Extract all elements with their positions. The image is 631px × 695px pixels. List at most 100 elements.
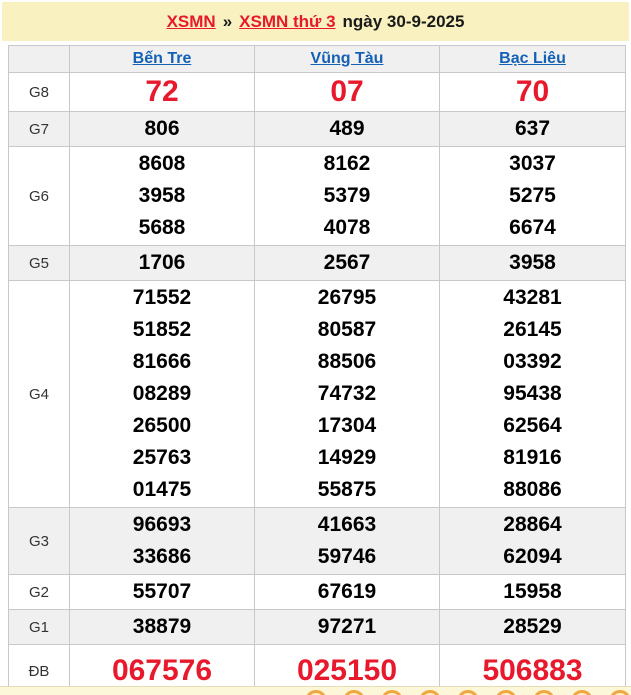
result-number: 3958 [509,251,556,274]
results-body: G8 72 07 70 G7 806 489 637 G6 8608 3958 5688 8162 537… [8,72,626,695]
result-cell: 637 [439,111,626,147]
column-header-bac-lieu: Bạc Liêu [439,45,626,73]
result-cell: 3958 [439,245,626,281]
results-table: Bến Tre Vũng Tàu Bạc Liêu G8 72 07 70 G7 806 4… [8,45,626,695]
result-number: 6674 [509,216,556,239]
result-number: 489 [329,117,365,140]
prize-label: G8 [8,72,70,112]
result-number: 07 [330,75,364,108]
prize-row-G8: G8 72 07 70 [8,72,626,112]
result-number: 55875 [317,478,377,501]
result-cell: 3037 5275 6674 [439,146,626,246]
lottery-ball-icon [381,690,403,695]
prize-row-G7: G7 806 489 637 [8,111,626,147]
result-number: 637 [514,117,551,140]
xsmn-link[interactable]: XSMN [167,12,216,32]
result-number: 25763 [132,446,192,469]
corner-cell [8,45,70,73]
result-number: 15958 [503,580,562,603]
result-cell: 97271 [254,609,440,645]
prize-label: G6 [8,146,70,246]
result-number: 72 [145,75,179,108]
prize-label: G1 [8,609,70,645]
province-link-ben-tre[interactable]: Bến Tre [133,50,192,67]
result-number: 96693 [132,513,192,536]
column-header-ben-tre: Bến Tre [69,45,255,73]
result-number: 70 [515,75,550,108]
result-number: 28529 [503,615,562,638]
prize-label: G2 [8,574,70,610]
result-number: 3958 [138,184,186,207]
column-header-vung-tau: Vũng Tàu [254,45,440,73]
province-link-bac-lieu[interactable]: Bạc Liêu [499,50,566,67]
lottery-ball-icon [457,690,479,695]
result-number: 3037 [509,152,556,175]
breadcrumb-header: XSMN » XSMN thứ 3 ngày 30-9-2025 [2,2,629,41]
result-cell: 28529 [439,609,626,645]
province-link-vung-tau[interactable]: Vũng Tàu [311,50,384,67]
result-cell: 8162 5379 4078 [254,146,440,246]
result-number: 17304 [317,414,377,437]
prize-label: G3 [8,507,70,575]
result-cell: 96693 33686 [69,507,255,575]
prize-label: G7 [8,111,70,147]
result-cell: 26795 80587 88506 74732 17304 14929 55875 [254,280,440,508]
result-number: 4078 [323,216,371,239]
result-cell: 8608 3958 5688 [69,146,255,246]
prize-row-G3: G3 96693 33686 41663 59746 28864 62094 [8,507,626,575]
result-number: 81916 [503,446,562,469]
prize-row-G6: G6 8608 3958 5688 8162 5379 4078 3037 5275 6674 [8,146,626,246]
result-number: 806 [144,117,180,140]
result-cell: 28864 62094 [439,507,626,575]
result-number: 81666 [132,350,192,373]
result-cell: 55707 [69,574,255,610]
result-number: 71552 [132,286,192,309]
result-number: 51852 [132,318,192,341]
result-number: 62094 [503,545,562,568]
prize-row-G1: G1 38879 97271 28529 [8,609,626,645]
result-number: 14929 [317,446,377,469]
result-number: 8608 [138,152,186,175]
result-number: 59746 [317,545,377,568]
result-number: 5379 [323,184,371,207]
result-number: 43281 [503,286,562,309]
result-cell: 43281 26145 03392 95438 62564 81916 88086 [439,280,626,508]
result-cell: 806 [69,111,255,147]
result-cell: 67619 [254,574,440,610]
result-number: 80587 [317,318,377,341]
prize-label: G4 [8,280,70,508]
result-number: 41663 [317,513,377,536]
prize-row-G4: G4 71552 51852 81666 08289 26500 25763 01475 267… [8,280,626,508]
result-number: 1706 [138,251,186,274]
result-cell: 1706 [69,245,255,281]
result-number: 8162 [323,152,371,175]
result-number: 67619 [317,580,377,603]
result-number: 03392 [503,350,562,373]
prize-row-G5: G5 1706 2567 3958 [8,245,626,281]
result-cell: 38879 [69,609,255,645]
result-number: 26500 [132,414,192,437]
result-number: 74732 [317,382,377,405]
result-number: 28864 [503,513,562,536]
xsmn-weekday-link[interactable]: XSMN thứ 3 [239,12,335,32]
bottom-strip [0,686,631,695]
column-header-row: Bến Tre Vũng Tàu Bạc Liêu [8,45,626,73]
result-number: 33686 [132,545,192,568]
result-number: 88506 [317,350,377,373]
result-number: 97271 [317,615,377,638]
result-number: 95438 [503,382,562,405]
lottery-ball-icon [571,690,593,695]
result-number: 26145 [503,318,562,341]
result-cell: 71552 51852 81666 08289 26500 25763 01475 [69,280,255,508]
result-number: 26795 [317,286,377,309]
result-number: 88086 [503,478,562,501]
result-number: 62564 [503,414,562,437]
result-number: 2567 [323,251,371,274]
breadcrumb-separator: » [222,11,233,31]
result-cell: 70 [439,72,626,112]
lottery-ball-icon [609,690,631,695]
result-cell: 489 [254,111,440,147]
lottery-ball-icon [305,690,327,695]
result-number: 5688 [138,216,186,239]
lottery-ball-icon [495,690,517,695]
